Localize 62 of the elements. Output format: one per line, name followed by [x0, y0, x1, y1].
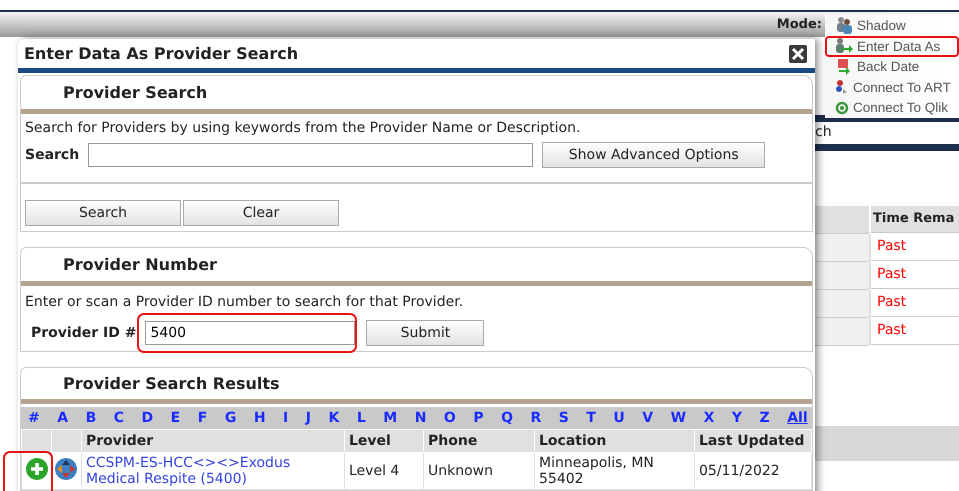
letter-link[interactable]: K: [328, 410, 340, 426]
column-header: Location: [534, 430, 694, 452]
description-text: Search for Providers by using keywords from the Provider Name or Description.: [25, 120, 582, 136]
column-header: Last Updated: [694, 430, 812, 452]
table-cell: 05/11/2022: [694, 452, 812, 490]
letter-link[interactable]: O: [444, 410, 456, 426]
table-cell: Past: [869, 318, 959, 345]
letter-link[interactable]: F: [198, 410, 208, 426]
table-cell: Past: [869, 262, 959, 289]
letter-link[interactable]: D: [142, 410, 154, 426]
column-header: Level: [344, 430, 424, 452]
search-text: ch: [815, 123, 833, 142]
dialog-title: Enter Data As Provider Search: [24, 44, 298, 63]
letter-link[interactable]: U: [613, 410, 625, 426]
action-button[interactable]: Clear: [183, 200, 339, 226]
section-heading: Provider Search Results: [62, 373, 281, 395]
column-header: Time Rema: [869, 206, 959, 233]
mode-menu-item[interactable]: Shadow: [825, 14, 959, 36]
letter-link[interactable]: M: [383, 410, 398, 426]
letter-link[interactable]: W: [670, 410, 686, 426]
letter-link[interactable]: L: [356, 410, 366, 426]
letter-link[interactable]: B: [86, 410, 96, 426]
provider-id-field[interactable]: 5400: [145, 321, 356, 345]
mode-label: Mode:: [776, 17, 822, 32]
provider-id-label: Provider ID #: [31, 325, 136, 341]
letter-link[interactable]: C: [114, 410, 124, 426]
table-cell: Past: [869, 234, 959, 261]
all-link[interactable]: All: [787, 410, 808, 426]
letter-link[interactable]: S: [558, 410, 569, 426]
section-heading: Provider Search: [62, 82, 208, 104]
column-header: Provider: [82, 430, 344, 452]
table-cell: Level 4: [344, 452, 424, 490]
letter-link[interactable]: X: [704, 410, 714, 426]
letter-link[interactable]: Z: [760, 410, 770, 426]
letter-link[interactable]: #: [28, 410, 40, 426]
mode-menu-item[interactable]: Enter Data As: [825, 36, 959, 56]
letter-link[interactable]: I: [283, 410, 288, 426]
letter-link[interactable]: Q: [501, 410, 513, 426]
letter-link[interactable]: T: [586, 410, 596, 426]
letter-link[interactable]: R: [530, 410, 542, 426]
letter-link[interactable]: P: [473, 410, 484, 426]
advanced-options-button[interactable]: Show Advanced Options: [542, 142, 766, 168]
letter-link[interactable]: H: [254, 410, 266, 426]
mode-menu-item[interactable]: Connect To ART: [825, 77, 959, 98]
table-cell: Past: [869, 290, 959, 317]
letter-link[interactable]: E: [170, 410, 180, 426]
letter-link[interactable]: J: [306, 410, 311, 426]
mode-menu-item[interactable]: Back Date: [825, 56, 959, 77]
description-text: Enter or scan a Provider ID number to search for that Provider.: [25, 294, 464, 310]
letter-link[interactable]: Y: [732, 410, 742, 426]
table-cell: Minneapolis, MN 55402: [534, 452, 694, 490]
submit-button[interactable]: Submit: [366, 320, 484, 346]
mode-menu-item[interactable]: Connect To Qlik: [825, 98, 959, 118]
table-cell: Unknown: [424, 452, 534, 490]
letter-link[interactable]: V: [642, 410, 654, 426]
letter-link[interactable]: G: [224, 410, 236, 426]
action-button[interactable]: Search: [25, 200, 181, 226]
section-heading: Provider Number: [62, 254, 218, 276]
column-header: Phone: [424, 430, 534, 452]
letter-link[interactable]: A: [57, 410, 68, 426]
search-label: Search: [25, 147, 80, 163]
letter-link[interactable]: N: [414, 410, 426, 426]
